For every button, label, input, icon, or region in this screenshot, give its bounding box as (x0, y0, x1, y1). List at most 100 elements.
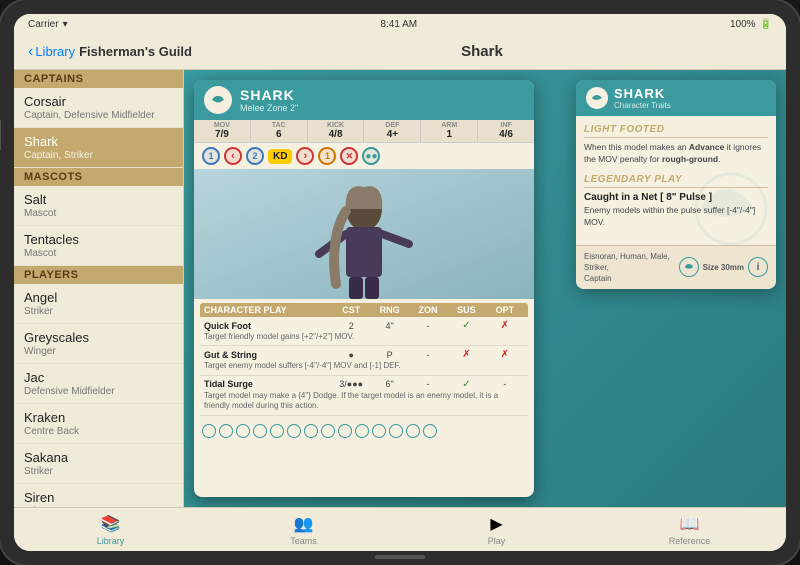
tab-teams[interactable]: 👥 Teams (207, 512, 400, 547)
footer-icon-svg (683, 261, 695, 273)
ipad-frame: Carrier ▾ 8:41 AM 100% 🔋 ‹ Library Fishe… (0, 0, 800, 565)
stat-arm: ARM 1 (421, 120, 478, 142)
greyscales-name: Greyscales (24, 330, 173, 345)
hp-dot-8[interactable] (321, 424, 335, 438)
sidebar-item-sakana[interactable]: Sakana Striker (14, 444, 183, 484)
back-button[interactable]: ‹ Library Fisherman's Guild (28, 43, 192, 61)
library-icon: 📚 (101, 514, 121, 534)
hp-dot-14[interactable] (423, 424, 437, 438)
counter-right-arrow[interactable]: › (296, 147, 314, 165)
sidebar-item-siren[interactable]: Siren Winger (14, 484, 183, 507)
play-cost-tidal-surge: 3/●●● (332, 379, 370, 389)
sidebar-item-angel[interactable]: Angel Striker (14, 284, 183, 324)
stat-tac: TAC 6 (251, 120, 308, 142)
status-time: 8:41 AM (380, 19, 417, 30)
sidebar-header-mascots: Mascots (14, 168, 183, 186)
nav-bar: ‹ Library Fisherman's Guild Shark (14, 34, 786, 70)
card-header-text: Shark Melee Zone 2" (240, 87, 524, 113)
hp-dot-6[interactable] (287, 424, 301, 438)
status-left: Carrier ▾ (28, 19, 68, 30)
card-header: Shark Melee Zone 2" (194, 80, 534, 120)
col-opt: OPT (486, 305, 524, 315)
card-area: Shark Melee Zone 2" MOV 7/9 TAC 6 (184, 70, 786, 507)
counter-teal[interactable]: ●● (362, 147, 380, 165)
col-sus: SUS (447, 305, 485, 315)
tab-reference[interactable]: 📖 Reference (593, 512, 786, 547)
counter-1[interactable]: 1 (202, 147, 220, 165)
hp-dot-5[interactable] (270, 424, 284, 438)
sidebar-item-greyscales[interactable]: Greyscales Winger (14, 324, 183, 364)
play-zon-gut-string: - (409, 350, 447, 360)
counter-2[interactable]: 2 (246, 147, 264, 165)
col-character-play: Character Play (204, 305, 332, 315)
play-opt-gut-string: ✗ (486, 349, 524, 360)
col-cst: CST (332, 305, 370, 315)
character-illustration (194, 169, 534, 299)
hp-dot-13[interactable] (406, 424, 420, 438)
hp-dot-11[interactable] (372, 424, 386, 438)
tab-play[interactable]: ▶ Play (400, 512, 593, 547)
sidebar-header-captains: Captains (14, 70, 183, 88)
angel-sub: Striker (24, 306, 173, 317)
battery-label: 100% (730, 19, 756, 30)
back-library-label[interactable]: Library (35, 44, 75, 59)
hp-dot-9[interactable] (338, 424, 352, 438)
reference-icon: 📖 (680, 514, 700, 534)
sidebar-item-shark[interactable]: Shark Captain, Striker (14, 128, 183, 168)
corsair-name: Corsair (24, 94, 173, 109)
greyscales-sub: Winger (24, 346, 173, 357)
card-header-icon (204, 86, 232, 114)
tab-teams-label: Teams (290, 536, 317, 546)
hp-dot-10[interactable] (355, 424, 369, 438)
tentacles-name: Tentacles (24, 232, 173, 247)
sidebar-item-salt[interactable]: Salt Mascot (14, 186, 183, 226)
sakana-name: Sakana (24, 450, 173, 465)
traits-header-text: Shark Character Traits (614, 86, 671, 110)
kraken-sub: Centre Back (24, 426, 173, 437)
shark-name: Shark (24, 134, 173, 149)
traits-footer-icon-1 (679, 257, 699, 277)
angel-name: Angel (24, 290, 173, 305)
tab-library-label: Library (97, 536, 125, 546)
shark-sub: Captain, Striker (24, 150, 173, 161)
counter-left-arrow[interactable]: ‹ (224, 147, 242, 165)
character-card: Shark Melee Zone 2" MOV 7/9 TAC 6 (194, 80, 534, 497)
card-character-subtitle: Melee Zone 2" (240, 103, 524, 113)
guild-label: Fisherman's Guild (79, 44, 192, 59)
sidebar-item-kraken[interactable]: Kraken Centre Back (14, 404, 183, 444)
hp-dot-4[interactable] (253, 424, 267, 438)
play-name-gut-string: Gut & String (204, 350, 332, 360)
play-opt-quick-foot: ✗ (486, 320, 524, 331)
hp-dot-2[interactable] (219, 424, 233, 438)
main-content: Captains Corsair Captain, Defensive Midf… (14, 70, 786, 507)
play-header: Character Play CST RNG ZON SUS OPT (200, 303, 528, 317)
play-row-gut-string: Gut & String ● P - ✗ ✗ Target enemy mode… (200, 346, 528, 375)
play-row-quick-foot: Quick Foot 2 4" - ✓ ✗ Target friendly mo… (200, 317, 528, 346)
tab-play-label: Play (488, 536, 506, 546)
stat-inf: INF 4/6 (478, 120, 534, 142)
status-right: 100% 🔋 (730, 19, 772, 30)
hp-dot-1[interactable] (202, 424, 216, 438)
kraken-name: Kraken (24, 410, 173, 425)
counter-x[interactable]: ✕ (340, 147, 358, 165)
hp-dot-3[interactable] (236, 424, 250, 438)
stat-def: DEF 4+ (364, 120, 421, 142)
sidebar-item-corsair[interactable]: Corsair Captain, Defensive Midfielder (14, 88, 183, 128)
home-indicator (375, 555, 425, 559)
sidebar-item-jac[interactable]: Jac Defensive Midfielder (14, 364, 183, 404)
play-rng-quick-foot: 4" (370, 321, 408, 331)
hp-dot-7[interactable] (304, 424, 318, 438)
col-rng: RNG (370, 305, 408, 315)
chevron-left-icon: ‹ (28, 43, 33, 61)
tab-library[interactable]: 📚 Library (14, 512, 207, 547)
counter-1b[interactable]: 1 (318, 147, 336, 165)
tentacles-sub: Mascot (24, 248, 173, 259)
carrier-label: Carrier (28, 19, 59, 30)
play-rng-gut-string: P (370, 350, 408, 360)
sidebar-item-tentacles[interactable]: Tentacles Mascot (14, 226, 183, 266)
jac-name: Jac (24, 370, 173, 385)
hp-dot-12[interactable] (389, 424, 403, 438)
trait-section-light-footed: Light Footed (584, 124, 768, 138)
volume-button[interactable] (0, 120, 1, 150)
traits-footer-icons: Size 30mm i (679, 257, 768, 277)
